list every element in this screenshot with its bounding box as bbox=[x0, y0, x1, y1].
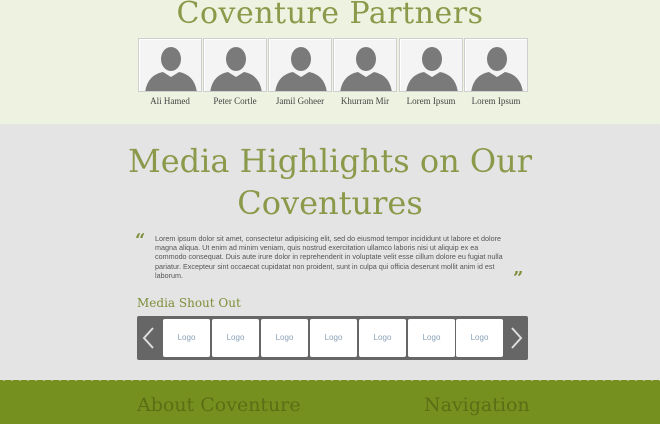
partners-title: Coventure Partners bbox=[176, 0, 484, 31]
chevron-right-icon[interactable] bbox=[504, 316, 528, 360]
media-logo[interactable]: Logo bbox=[456, 319, 503, 357]
media-title: Media Highlights on Our Coventures bbox=[0, 140, 660, 224]
partner-card[interactable]: Lorem Ipsum bbox=[464, 38, 528, 106]
media-logo[interactable]: Logo bbox=[408, 319, 455, 357]
avatar-placeholder-icon bbox=[203, 38, 267, 92]
media-logo[interactable]: Logo bbox=[359, 319, 406, 357]
about-heading: About Coventure bbox=[137, 394, 301, 416]
avatar-placeholder-icon bbox=[464, 38, 528, 92]
partner-card[interactable]: Khurram Mir bbox=[333, 38, 397, 106]
open-quote-icon: “ bbox=[135, 230, 146, 251]
partner-card[interactable]: Lorem Ipsum bbox=[399, 38, 463, 106]
close-quote-icon: ” bbox=[513, 268, 524, 289]
zigzag-divider bbox=[0, 121, 660, 127]
media-logo[interactable]: Logo bbox=[163, 319, 210, 357]
media-logo[interactable]: Logo bbox=[212, 319, 259, 357]
zigzag-divider bbox=[0, 377, 660, 383]
avatar-placeholder-icon bbox=[333, 38, 397, 92]
avatar-placeholder-icon bbox=[399, 38, 463, 92]
media-title-line1: Media Highlights on Our bbox=[127, 142, 533, 180]
partner-name: Lorem Ipsum bbox=[471, 96, 521, 106]
partner-name: Peter Cortle bbox=[213, 96, 257, 106]
partner-card[interactable]: Jamil Goheer bbox=[268, 38, 332, 106]
avatar-placeholder-icon bbox=[138, 38, 202, 92]
navigation-heading: Navigation bbox=[424, 394, 530, 416]
logo-carousel: Logo Logo Logo Logo Logo Logo Logo bbox=[137, 316, 528, 360]
media-shout-out-label: Media Shout Out bbox=[137, 296, 241, 310]
partner-name: Jamil Goheer bbox=[275, 96, 325, 106]
partner-name: Lorem Ipsum bbox=[406, 96, 456, 106]
chevron-left-icon[interactable] bbox=[137, 316, 161, 360]
media-logo[interactable]: Logo bbox=[261, 319, 308, 357]
footer-section bbox=[0, 380, 660, 424]
media-title-line2: Coventures bbox=[237, 184, 423, 222]
quote-text: Lorem ipsum dolor sit amet, consectetur … bbox=[155, 234, 503, 280]
partner-card[interactable]: Ali Hamed bbox=[138, 38, 202, 106]
avatar-placeholder-icon bbox=[268, 38, 332, 92]
partner-name: Khurram Mir bbox=[340, 96, 390, 106]
partner-card[interactable]: Peter Cortle bbox=[203, 38, 267, 106]
partner-name: Ali Hamed bbox=[150, 96, 190, 106]
media-logo[interactable]: Logo bbox=[310, 319, 357, 357]
